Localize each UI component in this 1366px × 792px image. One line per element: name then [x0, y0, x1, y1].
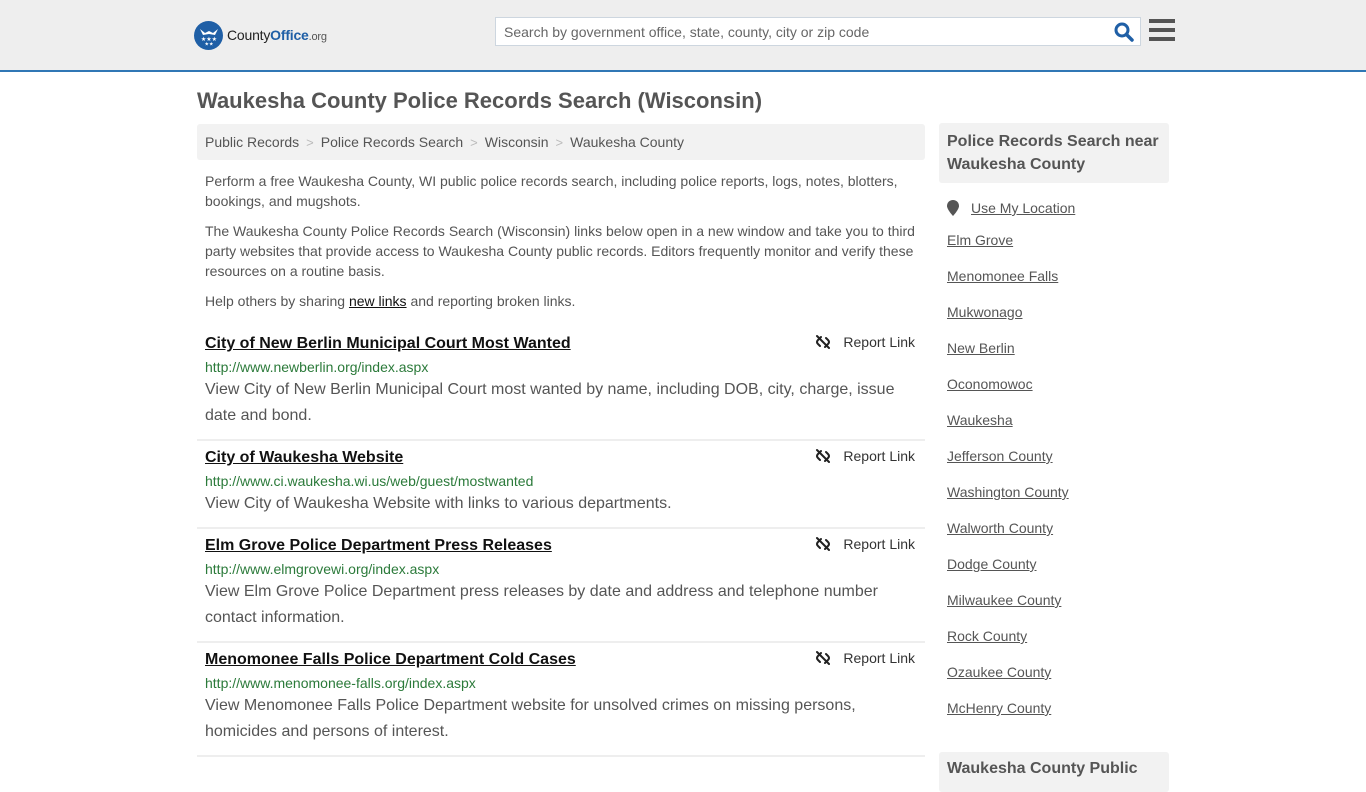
sidebar-link-dodge-county[interactable]: Dodge County	[947, 546, 1161, 582]
search-box	[495, 17, 1141, 46]
report-link-button[interactable]: Report Link	[815, 536, 915, 552]
result-url[interactable]: http://www.menomonee-falls.org/index.asp…	[205, 674, 917, 692]
top-header: ★★★ ★★ CountyOffice.org	[0, 0, 1366, 72]
sidebar-link-menomonee-falls[interactable]: Menomonee Falls	[947, 258, 1161, 294]
breadcrumb: Public Records > Police Records Search >…	[197, 124, 925, 160]
sidebar-link-milwaukee-county[interactable]: Milwaukee County	[947, 582, 1161, 618]
page-title: Waukesha County Police Records Search (W…	[197, 88, 763, 113]
report-link-button[interactable]: Report Link	[815, 334, 915, 350]
broken-link-icon	[816, 537, 831, 551]
nearby-links-list: Use My Location Elm Grove Menomonee Fall…	[939, 194, 1169, 726]
breadcrumb-separator: >	[555, 134, 564, 150]
new-links-link[interactable]: new links	[349, 293, 407, 309]
result-url[interactable]: http://www.newberlin.org/index.aspx	[205, 358, 917, 376]
hamburger-menu-icon[interactable]	[1149, 19, 1175, 41]
sidebar-heading: Police Records Search near Waukesha Coun…	[939, 123, 1169, 183]
result-item: City of New Berlin Municipal Court Most …	[197, 327, 925, 441]
broken-link-icon	[816, 651, 831, 665]
result-title-link[interactable]: City of New Berlin Municipal Court Most …	[205, 333, 571, 355]
svg-text:★★: ★★	[204, 42, 213, 47]
search-input[interactable]	[496, 18, 1106, 45]
result-title-link[interactable]: Elm Grove Police Department Press Releas…	[205, 535, 552, 557]
breadcrumb-police-records-search[interactable]: Police Records Search	[321, 134, 463, 150]
sidebar-link-washington-county[interactable]: Washington County	[947, 474, 1161, 510]
broken-link-icon	[816, 335, 831, 349]
result-description: View Menomonee Falls Police Department w…	[205, 697, 856, 740]
result-item: City of Waukesha Website http://www.ci.w…	[197, 441, 925, 529]
use-my-location: Use My Location	[947, 194, 1161, 222]
result-title-link[interactable]: City of Waukesha Website	[205, 447, 403, 469]
sidebar-link-rock-county[interactable]: Rock County	[947, 618, 1161, 654]
sidebar-link-jefferson-county[interactable]: Jefferson County	[947, 438, 1161, 474]
sidebar-link-oconomowoc[interactable]: Oconomowoc	[947, 366, 1161, 402]
report-link-button[interactable]: Report Link	[815, 448, 915, 464]
map-pin-icon	[947, 200, 959, 216]
sidebar-link-new-berlin[interactable]: New Berlin	[947, 330, 1161, 366]
broken-link-icon	[816, 449, 831, 463]
intro-paragraph: The Waukesha County Police Records Searc…	[205, 223, 915, 279]
breadcrumb-public-records[interactable]: Public Records	[205, 134, 299, 150]
sidebar-link-elm-grove[interactable]: Elm Grove	[947, 222, 1161, 258]
result-description: View City of Waukesha Website with links…	[205, 495, 672, 512]
search-icon	[1114, 22, 1134, 42]
intro-text: Perform a free Waukesha County, WI publi…	[197, 171, 925, 311]
breadcrumb-wisconsin[interactable]: Wisconsin	[485, 134, 549, 150]
search-button[interactable]	[1114, 22, 1134, 42]
breadcrumb-separator: >	[470, 134, 478, 150]
result-description: View City of New Berlin Municipal Court …	[205, 381, 895, 424]
breadcrumb-waukesha-county[interactable]: Waukesha County	[570, 134, 684, 150]
main-content: Public Records > Police Records Search >…	[197, 124, 925, 757]
sidebar-link-mchenry-county[interactable]: McHenry County	[947, 690, 1161, 726]
result-item: Elm Grove Police Department Press Releas…	[197, 529, 925, 643]
eagle-stars-logo-icon: ★★★ ★★	[194, 20, 223, 50]
result-url[interactable]: http://www.ci.waukesha.wi.us/web/guest/m…	[205, 472, 917, 490]
use-my-location-link[interactable]: Use My Location	[971, 190, 1075, 226]
report-link-button[interactable]: Report Link	[815, 650, 915, 666]
result-item: Menomonee Falls Police Department Cold C…	[197, 643, 925, 757]
logo-text: CountyOffice.org	[227, 27, 327, 43]
site-logo[interactable]: ★★★ ★★ CountyOffice.org	[194, 20, 327, 50]
breadcrumb-separator: >	[306, 134, 314, 150]
sidebar: Police Records Search near Waukesha Coun…	[939, 123, 1169, 792]
sidebar-link-ozaukee-county[interactable]: Ozaukee County	[947, 654, 1161, 690]
sidebar-heading-2: Waukesha County Public	[939, 752, 1169, 792]
sidebar-link-waukesha[interactable]: Waukesha	[947, 402, 1161, 438]
results-list: City of New Berlin Municipal Court Most …	[197, 327, 925, 757]
result-description: View Elm Grove Police Department press r…	[205, 583, 878, 626]
sidebar-link-walworth-county[interactable]: Walworth County	[947, 510, 1161, 546]
result-title-link[interactable]: Menomonee Falls Police Department Cold C…	[205, 649, 576, 671]
sidebar-link-mukwonago[interactable]: Mukwonago	[947, 294, 1161, 330]
intro-paragraph: Perform a free Waukesha County, WI publi…	[205, 173, 898, 209]
share-links-paragraph: Help others by sharing new links and rep…	[205, 293, 576, 309]
result-url[interactable]: http://www.elmgrovewi.org/index.aspx	[205, 560, 917, 578]
